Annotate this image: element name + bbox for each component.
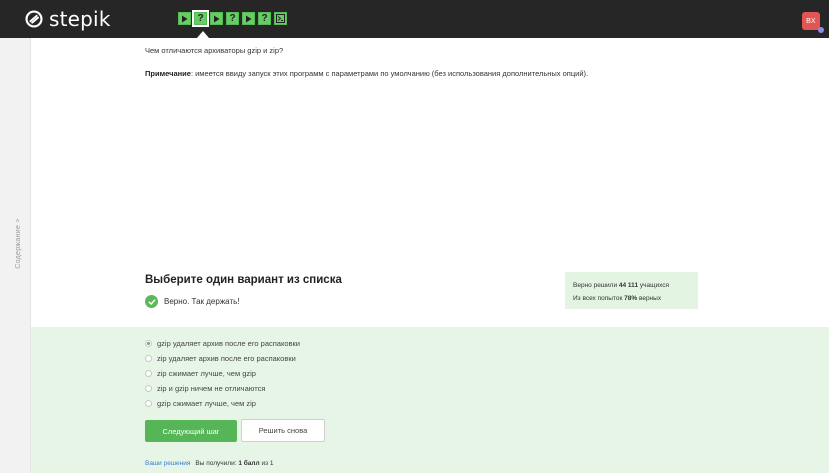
solved-prefix: Верно решили — [573, 282, 619, 289]
note-text: Примечание: имеется ввиду запуск этих пр… — [145, 69, 588, 78]
quiz-title: Выберите один вариант из списка — [145, 274, 342, 286]
lesson-steps-bar: ? ? ? — [178, 10, 287, 27]
verdict-text: Верно. Так держать! — [164, 297, 240, 306]
option-label: zip и gzip ничем не отличаются — [157, 384, 266, 393]
play-icon — [246, 15, 252, 22]
question-icon: ? — [229, 13, 236, 24]
code-icon — [276, 14, 285, 23]
top-navigation-bar: stepik ? ? ? ВХ — [0, 0, 829, 38]
option-1[interactable]: gzip удаляет архив после его распаковки — [145, 336, 300, 351]
contents-toggle-label: Содержание > — [14, 217, 22, 269]
contents-toggle[interactable]: Содержание > — [13, 213, 23, 273]
logo-text: stepik — [49, 7, 111, 31]
option-2[interactable]: zip удаляет архив после его распаковки — [145, 351, 300, 366]
user-avatar[interactable]: ВХ — [802, 12, 820, 30]
score-value: 1 балл — [238, 460, 260, 467]
check-circle-icon — [145, 295, 158, 308]
option-3[interactable]: zip сжимает лучше, чем gzip — [145, 366, 300, 381]
score-prefix: Вы получили: — [195, 460, 237, 467]
solved-suffix: учащихся — [638, 282, 670, 289]
solve-again-button[interactable]: Решить снова — [241, 419, 325, 442]
step-3-play[interactable] — [210, 12, 223, 25]
radio-button[interactable] — [145, 400, 152, 407]
radio-button[interactable] — [145, 355, 152, 362]
answer-options: gzip удаляет архив после его распаковки … — [145, 336, 300, 411]
question-text: Чем отличаются архиваторы gzip и zip? — [145, 46, 284, 55]
play-icon — [182, 15, 188, 22]
notification-dot — [818, 27, 824, 33]
active-step-pointer — [197, 31, 209, 38]
note-body: : имеется ввиду запуск этих программ с п… — [190, 69, 589, 78]
step-2-quiz[interactable]: ? — [192, 10, 209, 27]
radio-button[interactable] — [145, 340, 152, 347]
score-suffix: из 1 — [261, 460, 274, 467]
stepik-logo-icon — [25, 10, 43, 28]
your-solutions-link[interactable]: Ваши решения — [145, 460, 190, 467]
verdict-message: Верно. Так держать! — [145, 295, 240, 308]
step-4-quiz[interactable]: ? — [226, 12, 239, 25]
step-5-play[interactable] — [242, 12, 255, 25]
stepik-logo[interactable]: stepik — [25, 7, 111, 31]
radio-button[interactable] — [145, 385, 152, 392]
attempts-stat: Из всех попыток 78% верных — [573, 292, 690, 305]
question-icon: ? — [197, 13, 204, 24]
option-4[interactable]: zip и gzip ничем не отличаются — [145, 381, 300, 396]
solved-stat: Верно решили 44 111 учащихся — [573, 279, 690, 292]
submission-footer: Ваши решения Вы получили: 1 балл из 1 — [145, 460, 274, 467]
step-7-code[interactable] — [274, 12, 287, 25]
step-6-quiz[interactable]: ? — [258, 12, 271, 25]
option-label: zip сжимает лучше, чем gzip — [157, 369, 256, 378]
solve-stats-panel: Верно решили 44 111 учащихся Из всех поп… — [565, 272, 698, 309]
left-sidebar: Содержание > — [0, 38, 31, 473]
score-text: Вы получили: 1 балл из 1 — [195, 460, 273, 467]
attempts-percent: 78% — [624, 295, 638, 302]
attempts-suffix: верных — [637, 295, 662, 302]
option-label: zip удаляет архив после его распаковки — [157, 354, 296, 363]
option-label: gzip удаляет архив после его распаковки — [157, 339, 300, 348]
question-icon: ? — [261, 13, 268, 24]
option-label: gzip сжимает лучше, чем zip — [157, 399, 256, 408]
radio-button[interactable] — [145, 370, 152, 377]
next-step-button[interactable]: Следующий шаг — [145, 420, 237, 442]
solved-count: 44 111 — [618, 282, 639, 289]
step-1-play[interactable] — [178, 12, 191, 25]
note-label: Примечание — [145, 69, 191, 78]
play-icon — [214, 15, 220, 22]
option-5[interactable]: gzip сжимает лучше, чем zip — [145, 396, 300, 411]
attempts-prefix: Из всех попыток — [573, 295, 625, 302]
